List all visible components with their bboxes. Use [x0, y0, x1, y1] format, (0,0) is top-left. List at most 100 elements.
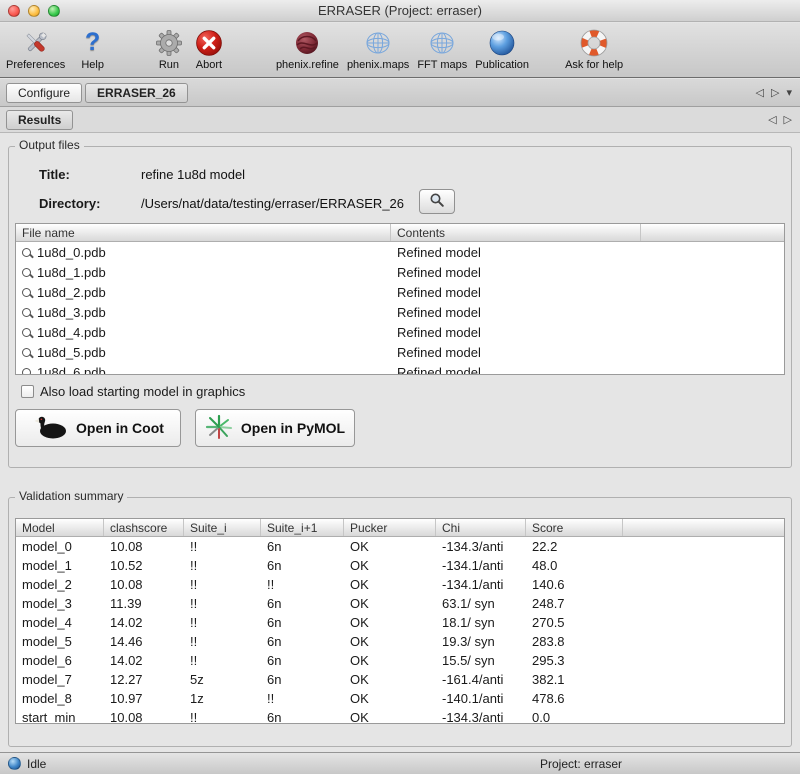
pucker-cell: OK: [344, 672, 436, 687]
model-cell: model_2: [16, 577, 104, 592]
model-cell: model_7: [16, 672, 104, 687]
tab-scroll-right-icon[interactable]: ▷: [771, 86, 779, 99]
file-contents: Refined model: [391, 265, 641, 280]
chi-cell: -134.1/anti: [436, 577, 526, 592]
validation-row[interactable]: model_1 10.52 !! 6n OK -134.1/anti 48.0: [16, 556, 784, 575]
validation-row[interactable]: model_0 10.08 !! 6n OK -134.3/anti 22.2: [16, 537, 784, 556]
phenix-maps-button[interactable]: phenix.maps: [347, 26, 409, 71]
clashscore-cell: 14.02: [104, 653, 184, 668]
file-row[interactable]: 1u8d_2.pdb Refined model: [16, 282, 784, 302]
file-row[interactable]: 1u8d_4.pdb Refined model: [16, 322, 784, 342]
pucker-cell: OK: [344, 577, 436, 592]
validation-row[interactable]: model_3 11.39 !! 6n OK 63.1/ syn 248.7: [16, 594, 784, 613]
file-row[interactable]: 1u8d_6.pdb Refined model: [16, 362, 784, 375]
validation-row[interactable]: start_min 10.08 !! 6n OK -134.3/anti 0.0: [16, 708, 784, 724]
search-icon: [22, 288, 31, 297]
model-cell: model_4: [16, 615, 104, 630]
validation-row[interactable]: model_6 14.02 !! 6n OK 15.5/ syn 295.3: [16, 651, 784, 670]
fft-maps-button[interactable]: FFT maps: [417, 26, 467, 71]
browse-directory-button[interactable]: [419, 189, 455, 214]
clashscore-cell: 10.08: [104, 539, 184, 554]
output-files-group: Output files Title: refine 1u8d model Di…: [8, 146, 792, 468]
ask-for-help-button[interactable]: Ask for help: [565, 26, 623, 71]
results-scroll-right-icon[interactable]: ▷: [784, 113, 792, 126]
toolbar-item-label: Run: [159, 59, 179, 71]
toolbar-item-label: Preferences: [6, 59, 65, 71]
validation-table: Model clashscore Suite_i Suite_i+1 Pucke…: [15, 518, 785, 724]
toolbar-item-label: Help: [81, 59, 104, 71]
minimize-window-button[interactable]: [28, 5, 40, 17]
score-cell: 140.6: [526, 577, 623, 592]
validation-row[interactable]: model_2 10.08 !! !! OK -134.1/anti 140.6: [16, 575, 784, 594]
zoom-window-button[interactable]: [48, 5, 60, 17]
fft-maps-icon: [427, 26, 457, 59]
open-in-pymol-button[interactable]: Open in PyMOL: [195, 409, 355, 447]
coot-bird-icon: [32, 414, 68, 443]
column-header-pucker: Pucker: [344, 519, 436, 536]
load-starting-model-checkbox[interactable]: [21, 385, 34, 398]
column-header-file-name: File name: [16, 224, 391, 241]
open-in-pymol-label: Open in PyMOL: [241, 420, 345, 436]
tab-configure[interactable]: Configure: [6, 83, 82, 103]
column-header-model: Model: [16, 519, 104, 536]
publication-globe-icon: [487, 26, 517, 59]
run-gear-icon: [154, 26, 184, 59]
validation-row[interactable]: model_8 10.97 1z !! OK -140.1/anti 478.6: [16, 689, 784, 708]
results-scroll-left-icon[interactable]: ◁: [768, 113, 776, 126]
model-cell: model_3: [16, 596, 104, 611]
file-row[interactable]: 1u8d_0.pdb Refined model: [16, 242, 784, 262]
search-icon: [22, 268, 31, 277]
validation-row[interactable]: model_7 12.27 5z 6n OK -161.4/anti 382.1: [16, 670, 784, 689]
title-bar: ERRASER (Project: erraser): [0, 0, 800, 22]
score-cell: 0.0: [526, 710, 623, 724]
file-contents: Refined model: [391, 245, 641, 260]
phenix-maps-icon: [363, 26, 393, 59]
output-files-group-label: Output files: [15, 138, 84, 152]
help-button[interactable]: ? Help: [81, 26, 104, 71]
tab-erraser-26[interactable]: ERRASER_26: [85, 83, 188, 103]
suite-i-cell: 5z: [184, 672, 261, 687]
validation-row[interactable]: model_4 14.02 !! 6n OK 18.1/ syn 270.5: [16, 613, 784, 632]
file-contents: Refined model: [391, 325, 641, 340]
file-row[interactable]: 1u8d_3.pdb Refined model: [16, 302, 784, 322]
file-contents: Refined model: [391, 285, 641, 300]
file-contents: Refined model: [391, 345, 641, 360]
model-cell: start_min: [16, 710, 104, 724]
column-header-score: Score: [526, 519, 623, 536]
suite-i-cell: !!: [184, 539, 261, 554]
publication-button[interactable]: Publication: [475, 26, 529, 71]
score-cell: 22.2: [526, 539, 623, 554]
model-cell: model_8: [16, 691, 104, 706]
preferences-button[interactable]: Preferences: [6, 26, 65, 71]
validation-row[interactable]: model_5 14.46 !! 6n OK 19.3/ syn 283.8: [16, 632, 784, 651]
open-in-coot-button[interactable]: Open in Coot: [15, 409, 181, 447]
suite-i1-cell: 6n: [261, 672, 344, 687]
suite-i1-cell: 6n: [261, 634, 344, 649]
score-cell: 270.5: [526, 615, 623, 630]
phenix-refine-button[interactable]: phenix.refine: [276, 26, 339, 71]
tab-results[interactable]: Results: [6, 110, 73, 130]
phenix-refine-icon: [292, 26, 322, 59]
score-cell: 295.3: [526, 653, 623, 668]
file-contents: Refined model: [391, 365, 641, 376]
score-cell: 478.6: [526, 691, 623, 706]
tab-scroll-left-icon[interactable]: ◁: [756, 86, 764, 99]
tab-list-menu-icon[interactable]: ▾: [786, 86, 792, 99]
file-name: 1u8d_3.pdb: [37, 305, 106, 320]
chi-cell: 63.1/ syn: [436, 596, 526, 611]
window-controls: [8, 5, 60, 17]
title-field-row: Title: refine 1u8d model: [9, 164, 791, 184]
file-row[interactable]: 1u8d_5.pdb Refined model: [16, 342, 784, 362]
model-cell: model_1: [16, 558, 104, 573]
file-row[interactable]: 1u8d_1.pdb Refined model: [16, 262, 784, 282]
score-cell: 248.7: [526, 596, 623, 611]
close-window-button[interactable]: [8, 5, 20, 17]
suite-i-cell: !!: [184, 615, 261, 630]
status-bar: Idle Project: erraser: [0, 752, 800, 774]
abort-button[interactable]: Abort: [194, 26, 224, 71]
suite-i-cell: !!: [184, 577, 261, 592]
clashscore-cell: 10.08: [104, 710, 184, 724]
column-header-suite-i: Suite_i: [184, 519, 261, 536]
column-header-clashscore: clashscore: [104, 519, 184, 536]
run-button[interactable]: Run: [154, 26, 184, 71]
